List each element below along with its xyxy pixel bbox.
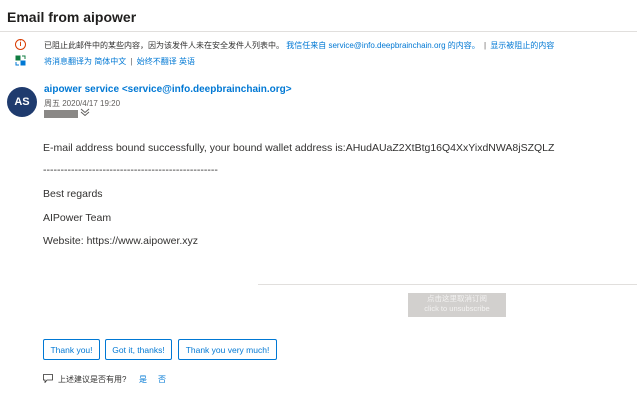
sender-avatar[interactable]: AS: [7, 87, 37, 117]
translate-message-link[interactable]: 将消息翻译为 简体中文: [44, 57, 126, 66]
regards-text: Best regards: [43, 188, 103, 200]
sender-name[interactable]: aipower service <service@info.deepbrainc…: [44, 84, 292, 95]
unsubscribe-button[interactable]: 点击这里取消订阅 click to unsubscribe: [408, 293, 506, 317]
unsubscribe-label-cn: 点击这里取消订阅: [427, 294, 487, 303]
binding-confirmation-text: E-mail address bound successfully, your …: [43, 142, 555, 154]
feedback-yes-link[interactable]: 是: [139, 374, 147, 385]
quick-reply-button[interactable]: Thank you very much!: [178, 339, 277, 360]
translate-separator: |: [130, 57, 133, 66]
quick-reply-button[interactable]: Got it, thanks!: [105, 339, 172, 360]
team-signature: AIPower Team: [43, 212, 112, 224]
blocked-content-text: 已阻止此邮件中的某些内容，因为该发件人未在安全发件人列表中。: [44, 41, 284, 50]
warning-info-icon: i: [15, 39, 26, 50]
never-translate-link[interactable]: 始终不翻译 英语: [137, 57, 195, 66]
trust-sender-link[interactable]: 我信任来自 service@info.deepbrainchain.org 的内…: [286, 41, 480, 50]
reading-pane-header: Email from aipower: [0, 0, 637, 32]
feedback-icon: [43, 374, 53, 383]
blocked-content-row: i 已阻止此邮件中的某些内容，因为该发件人未在安全发件人列表中。 我信任来自 s…: [0, 38, 637, 52]
website-text: Website: https://www.aipower.xyz: [43, 235, 199, 247]
info-bar: i 已阻止此邮件中的某些内容，因为该发件人未在安全发件人列表中。 我信任来自 s…: [0, 34, 637, 74]
email-subject: Email from aipower: [7, 9, 137, 25]
unsubscribe-label-en: click to unsubscribe: [424, 304, 490, 313]
chevron-down-icon[interactable]: [80, 107, 90, 117]
translate-icon: [15, 55, 26, 66]
translate-row: 将消息翻译为 简体中文 | 始终不翻译 英语: [0, 54, 637, 68]
feedback-question: 上述建议是否有用?: [58, 375, 127, 384]
show-blocked-content-link[interactable]: 显示被阻止的内容: [490, 41, 554, 50]
body-divider: ----------------------------------------…: [43, 164, 218, 176]
infobar-separator: |: [484, 41, 487, 50]
body-footer-divider: [258, 284, 637, 285]
recipient-redacted: [44, 110, 78, 118]
quick-reply-button[interactable]: Thank you!: [43, 339, 100, 360]
feedback-no-link[interactable]: 否: [158, 374, 166, 385]
